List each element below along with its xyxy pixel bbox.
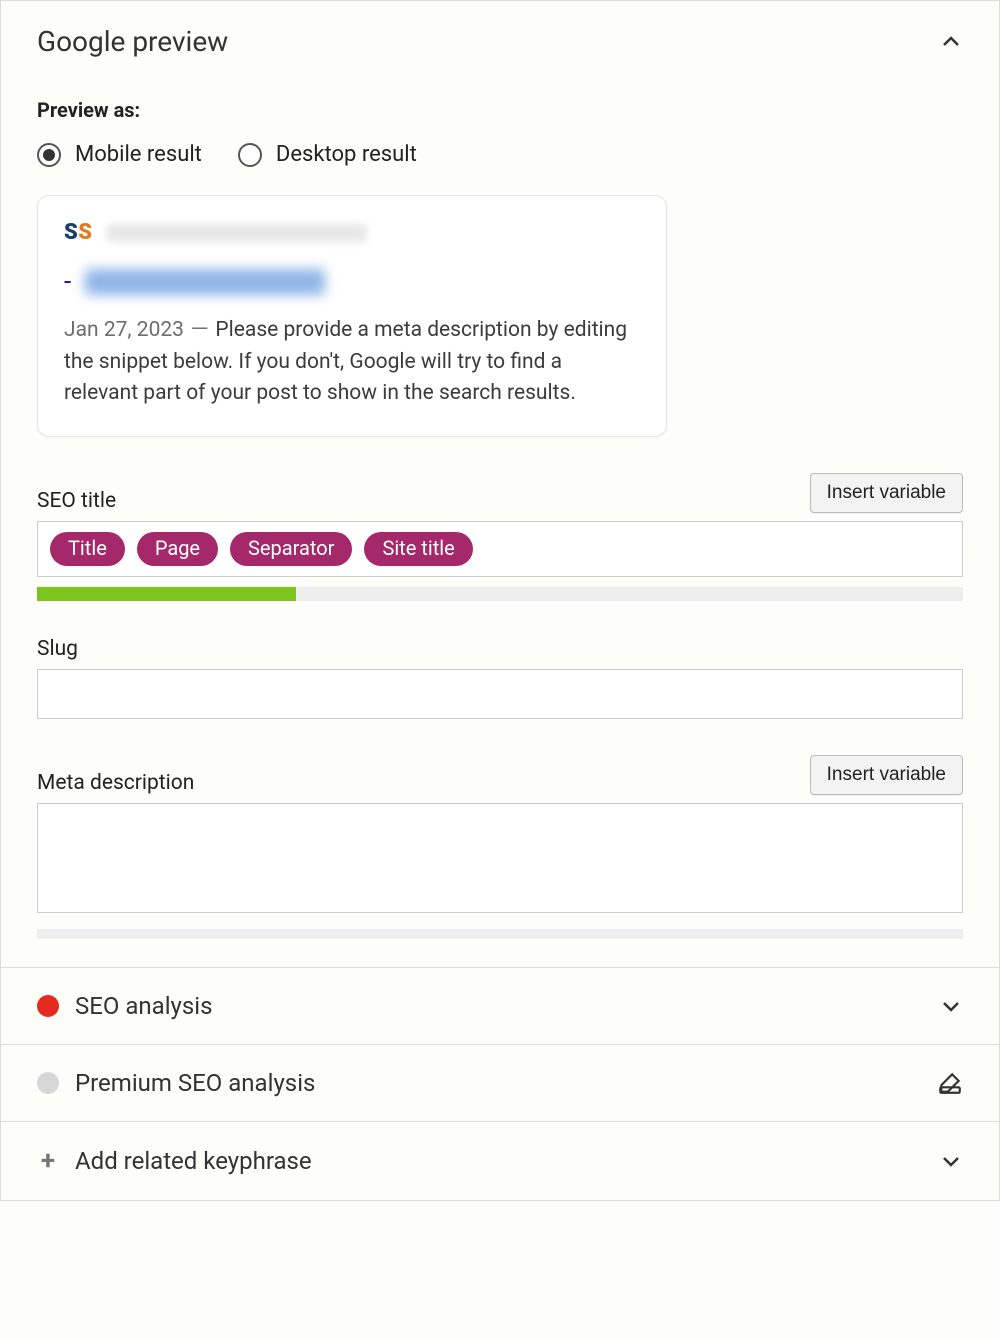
radio-desktop-result[interactable]: Desktop result: [238, 142, 417, 167]
radio-group: Mobile result Desktop result: [37, 142, 963, 167]
radio-indicator: [37, 143, 61, 167]
meta-description-input[interactable]: [37, 803, 963, 913]
preview-title-blurred: [85, 269, 325, 295]
preview-url-blurred: [107, 224, 367, 242]
plus-icon: +: [37, 1146, 59, 1176]
status-dot-red: [37, 995, 59, 1017]
seo-title-input[interactable]: Title Page Separator Site title: [37, 521, 963, 577]
slug-label: Slug: [37, 637, 963, 661]
seo-title-label: SEO title: [37, 489, 116, 513]
seo-title-block: SEO title Insert variable Title Page Sep…: [37, 473, 963, 601]
slug-block: Slug: [37, 637, 963, 719]
chevron-down-icon: [939, 994, 963, 1018]
preview-as-block: Preview as: Mobile result Desktop result: [37, 98, 963, 167]
preview-date: Jan 27, 2023: [64, 318, 184, 342]
seo-panel: Google preview Preview as: Mobile result…: [0, 0, 1000, 1201]
chevron-down-icon: [939, 1149, 963, 1173]
accordion-title: Premium SEO analysis: [75, 1069, 315, 1097]
variable-chip[interactable]: Page: [137, 532, 218, 566]
google-preview-card: SS - Jan 27, 2023 － Please provide a met…: [37, 195, 667, 437]
radio-label: Mobile result: [75, 142, 202, 167]
preview-title-row: -: [64, 267, 640, 297]
radio-indicator: [238, 143, 262, 167]
preview-description: Jan 27, 2023 － Please provide a meta des…: [64, 315, 640, 410]
google-preview-section: Google preview Preview as: Mobile result…: [1, 1, 999, 967]
meta-description-progress: [37, 929, 963, 939]
premium-seo-analysis-row[interactable]: Premium SEO analysis: [1, 1044, 999, 1121]
status-dot-gray: [37, 1072, 59, 1094]
insert-variable-button[interactable]: Insert variable: [810, 755, 963, 795]
preview-as-label: Preview as:: [37, 98, 963, 122]
edit-icon: [937, 1070, 963, 1096]
meta-description-label: Meta description: [37, 771, 194, 795]
preview-url-row: SS: [64, 220, 640, 245]
preview-sep: －: [189, 318, 210, 342]
site-favicon: SS: [64, 220, 93, 245]
section-title: Google preview: [37, 25, 228, 58]
add-related-keyphrase-row[interactable]: + Add related keyphrase: [1, 1121, 999, 1200]
chevron-up-icon: [939, 30, 963, 54]
accordion-title: Add related keyphrase: [75, 1147, 312, 1175]
slug-input[interactable]: [37, 669, 963, 719]
title-dash: -: [64, 267, 71, 297]
seo-title-progress: [37, 587, 963, 601]
accordion-title: SEO analysis: [75, 992, 213, 1020]
variable-chip[interactable]: Title: [50, 532, 125, 566]
variable-chip[interactable]: Site title: [364, 532, 472, 566]
meta-description-block: Meta description Insert variable: [37, 755, 963, 939]
seo-analysis-row[interactable]: SEO analysis: [1, 967, 999, 1044]
section-header[interactable]: Google preview: [37, 25, 963, 58]
radio-mobile-result[interactable]: Mobile result: [37, 142, 202, 167]
variable-chip[interactable]: Separator: [230, 532, 352, 566]
radio-label: Desktop result: [276, 142, 417, 167]
insert-variable-button[interactable]: Insert variable: [810, 473, 963, 513]
